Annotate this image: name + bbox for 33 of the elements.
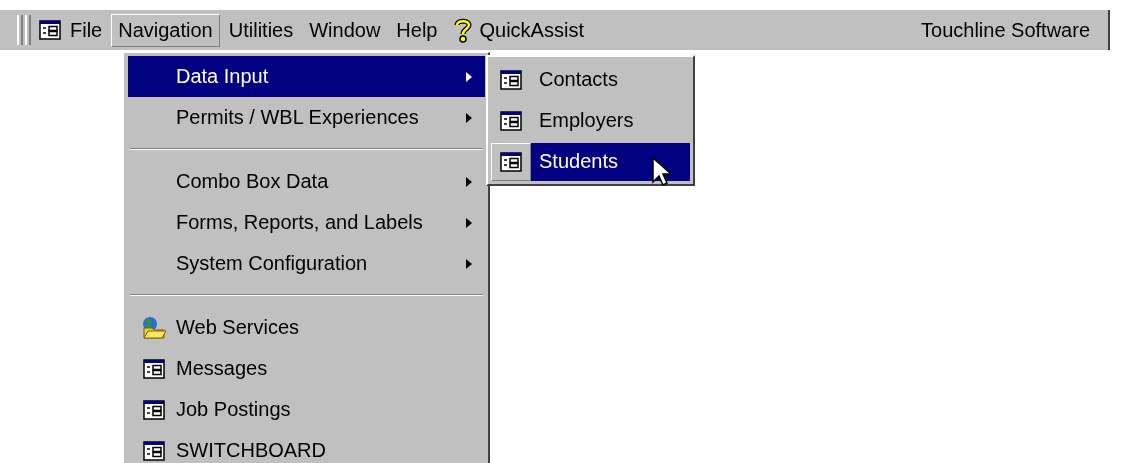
menu-entry[interactable]: Web Services <box>128 307 485 348</box>
form-icon <box>143 399 165 420</box>
menu-item[interactable]: Utilities <box>221 13 301 47</box>
form-icon <box>143 358 165 379</box>
app-form-icon <box>39 20 61 40</box>
help-icon <box>453 17 474 43</box>
menu-entry[interactable]: Job Postings <box>128 389 485 430</box>
form-icon <box>500 151 522 172</box>
menu-item[interactable]: Help <box>389 13 445 47</box>
menu-entry[interactable]: Messages <box>128 348 485 389</box>
submenu-entry[interactable]: Contacts <box>491 59 690 100</box>
menu-entry[interactable]: System Configuration <box>128 243 485 284</box>
form-icon <box>500 69 522 90</box>
web-folder-icon <box>141 315 167 340</box>
menu-item[interactable]: QuickAssist <box>446 12 591 48</box>
submenu-arrow-icon <box>465 175 473 188</box>
menu-item[interactable]: Navigation <box>111 13 220 47</box>
menu-item[interactable]: File <box>63 13 110 47</box>
toolbar-grip[interactable] <box>17 15 23 45</box>
menu-entry[interactable]: Forms, Reports, and Labels <box>128 202 485 243</box>
submenu-entry[interactable]: Employers <box>491 100 690 141</box>
brand-name: Touchline Software <box>921 18 1090 42</box>
form-icon <box>500 110 522 131</box>
submenu-arrow-icon <box>465 257 473 270</box>
menu-item[interactable]: Window <box>302 13 388 47</box>
menu-entry[interactable]: Data Input <box>128 56 485 97</box>
submenu-arrow-icon <box>465 216 473 229</box>
submenu-arrow-icon <box>465 111 473 124</box>
toolbar-grip[interactable] <box>25 15 31 45</box>
menu-entry[interactable]: Permits / WBL Experiences <box>128 97 485 138</box>
menu-entry[interactable]: SWITCHBOARD <box>128 430 485 463</box>
submenu-arrow-icon <box>465 70 473 83</box>
menu-entry[interactable]: Combo Box Data <box>128 161 485 202</box>
